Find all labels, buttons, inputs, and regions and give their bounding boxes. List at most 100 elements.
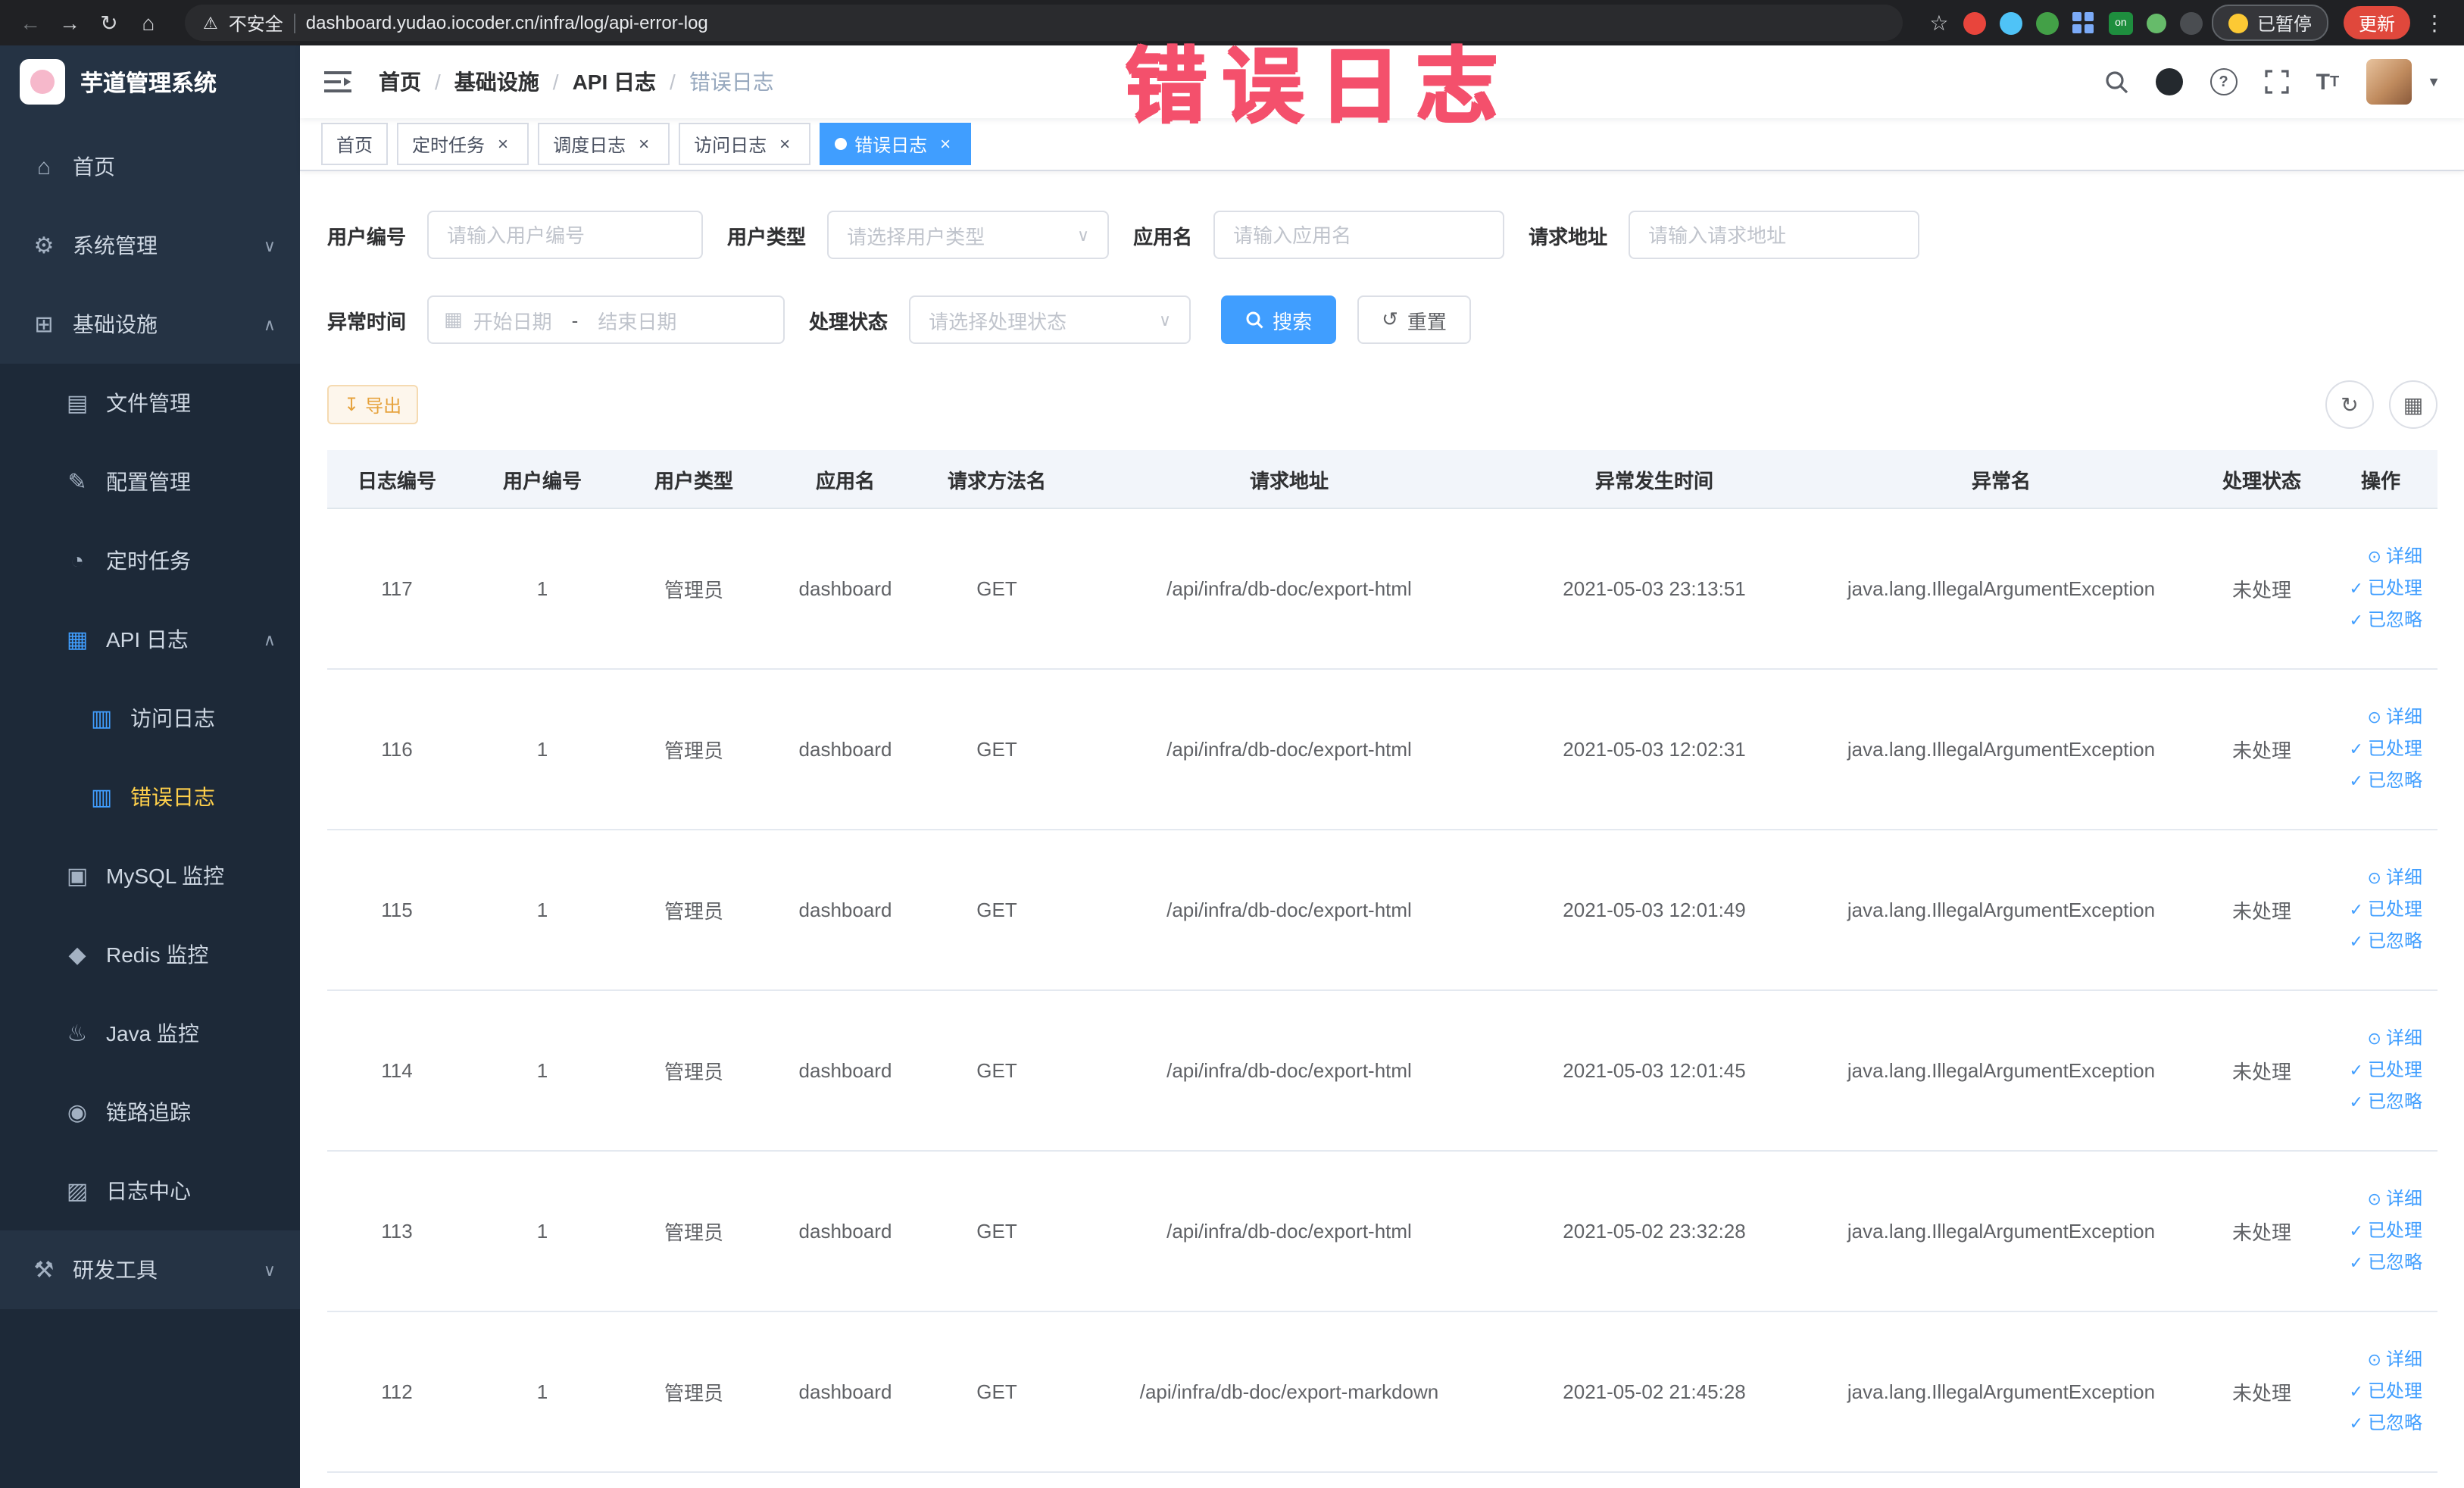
forward-icon[interactable]: → bbox=[55, 8, 85, 38]
sidebar-item-access-log[interactable]: ▥ 访问日志 bbox=[0, 679, 300, 758]
sidebar-item-infra[interactable]: ⊞ 基础设施 ∧ bbox=[0, 285, 300, 364]
avatar-caret-icon[interactable]: ▼ bbox=[2427, 74, 2441, 89]
tab-job[interactable]: 定时任务 × bbox=[397, 123, 529, 165]
ignored-link[interactable]: ✓ 已忽略 bbox=[2333, 1247, 2422, 1279]
tools-icon: ⚒ bbox=[33, 1258, 55, 1283]
sidebar-menu: ⌂ 首页 ⚙ 系统管理 ∨ ⊞ 基础设施 ∧ ▤ 文件管理 ✎ 配置管理 ◔ 定… bbox=[0, 118, 300, 1309]
avatar[interactable] bbox=[2366, 59, 2412, 105]
help-icon[interactable]: ? bbox=[2209, 68, 2238, 95]
screen: ← → ↻ ⌂ ⚠ 不安全 dashboard.yudao.iocoder.cn… bbox=[0, 0, 2464, 1488]
close-icon[interactable]: × bbox=[935, 133, 956, 155]
error-log-table: 日志编号 用户编号 用户类型 应用名 请求方法名 请求地址 异常发生时间 异常名… bbox=[327, 450, 2437, 1473]
tab-home[interactable]: 首页 bbox=[321, 123, 389, 165]
processed-link[interactable]: ✓ 已处理 bbox=[2333, 894, 2422, 926]
processed-link[interactable]: ✓ 已处理 bbox=[2333, 573, 2422, 605]
user-type-select[interactable]: 请选择用户类型 ∨ bbox=[827, 211, 1110, 259]
app-title: 芋道管理系统 bbox=[80, 70, 217, 96]
sidebar-item-java-monitor[interactable]: ♨ Java 监控 bbox=[0, 994, 300, 1073]
sidebar-item-trace[interactable]: ◉ 链路追踪 bbox=[0, 1073, 300, 1152]
search-icon[interactable] bbox=[2104, 70, 2128, 94]
sidebar-item-api-log[interactable]: ▦ API 日志 ∧ bbox=[0, 600, 300, 679]
sidebar-item-config-manage[interactable]: ✎ 配置管理 bbox=[0, 442, 300, 521]
address-divider bbox=[293, 13, 295, 33]
fullscreen-icon[interactable] bbox=[2264, 70, 2289, 94]
breadcrumb: 首页 / 基础设施 / API 日志 / 错误日志 bbox=[379, 67, 774, 97]
home-browser-icon[interactable]: ⌂ bbox=[133, 8, 164, 38]
extension-on-badge[interactable]: on bbox=[2108, 11, 2133, 34]
page-content: 用户编号 用户类型 请选择用户类型 ∨ 应用名 bbox=[300, 171, 2464, 1488]
sidebar-item-system[interactable]: ⚙ 系统管理 ∨ bbox=[0, 206, 300, 285]
close-icon[interactable]: × bbox=[492, 133, 514, 155]
date-range-picker[interactable]: ▦ 开始日期 - 结束日期 bbox=[427, 295, 785, 344]
column-settings-button[interactable]: ▦ bbox=[2389, 380, 2437, 429]
breadcrumb-home[interactable]: 首页 bbox=[379, 67, 421, 97]
sidebar-item-devtools[interactable]: ⚒ 研发工具 ∨ bbox=[0, 1230, 300, 1309]
extension-green-icon[interactable] bbox=[2035, 11, 2059, 34]
sidebar-item-redis-monitor[interactable]: ◆ Redis 监控 bbox=[0, 915, 300, 994]
tab-job-log[interactable]: 调度日志 × bbox=[538, 123, 670, 165]
back-icon[interactable]: ← bbox=[15, 8, 45, 38]
extension-blue-icon[interactable] bbox=[1999, 11, 2022, 34]
processed-link[interactable]: ✓ 已处理 bbox=[2333, 1055, 2422, 1086]
breadcrumb-api-log[interactable]: API 日志 bbox=[573, 67, 656, 97]
logo-rabbit-icon bbox=[20, 59, 65, 105]
github-icon[interactable] bbox=[2155, 68, 2183, 95]
sidebar-item-error-log[interactable]: ▥ 错误日志 bbox=[0, 758, 300, 836]
refresh-button[interactable]: ↻ bbox=[2325, 380, 2374, 429]
paused-badge[interactable]: 已暂停 bbox=[2211, 5, 2328, 41]
table-row: 117 1 管理员 dashboard GET /api/infra/db-do… bbox=[327, 508, 2437, 670]
user-id-input[interactable] bbox=[427, 211, 704, 259]
sidebar-item-log-center[interactable]: ▨ 日志中心 bbox=[0, 1152, 300, 1230]
bookmark-star-icon[interactable]: ☆ bbox=[1924, 8, 1954, 38]
ignored-link[interactable]: ✓ 已忽略 bbox=[2333, 765, 2422, 797]
detail-link[interactable]: ⊙ 详细 bbox=[2333, 702, 2422, 733]
processed-link[interactable]: ✓ 已处理 bbox=[2333, 1376, 2422, 1408]
extension-leaf-icon[interactable] bbox=[2146, 13, 2166, 33]
request-url-input[interactable] bbox=[1629, 211, 1920, 259]
chevron-up-icon: ∧ bbox=[263, 316, 276, 334]
reload-icon[interactable]: ↻ bbox=[94, 8, 124, 38]
export-button[interactable]: ↧ 导出 bbox=[327, 385, 419, 424]
detail-link[interactable]: ⊙ 详细 bbox=[2333, 1023, 2422, 1055]
close-icon[interactable]: × bbox=[633, 133, 654, 155]
process-status-select[interactable]: 请选择处理状态 ∨ bbox=[909, 295, 1191, 344]
hamburger-icon[interactable] bbox=[324, 71, 351, 92]
search-button[interactable]: 搜索 bbox=[1221, 295, 1337, 344]
user-type-label: 用户类型 bbox=[727, 225, 807, 248]
ignored-link[interactable]: ✓ 已忽略 bbox=[2333, 926, 2422, 958]
ignored-link[interactable]: ✓ 已忽略 bbox=[2333, 1408, 2422, 1440]
app-logo[interactable]: 芋道管理系统 bbox=[0, 45, 300, 118]
sidebar-item-file-manage[interactable]: ▤ 文件管理 bbox=[0, 364, 300, 442]
detail-link[interactable]: ⊙ 详细 bbox=[2333, 1183, 2422, 1215]
processed-link[interactable]: ✓ 已处理 bbox=[2333, 733, 2422, 765]
detail-link[interactable]: ⊙ 详细 bbox=[2333, 862, 2422, 894]
processed-link[interactable]: ✓ 已处理 bbox=[2333, 1215, 2422, 1247]
status-text: 未处理 bbox=[2200, 990, 2324, 1152]
gear-icon: ⚙ bbox=[33, 233, 55, 259]
tab-error-log[interactable]: 错误日志 × bbox=[820, 123, 972, 165]
infra-grid-icon: ⊞ bbox=[34, 312, 54, 338]
extension-grid-icon[interactable] bbox=[2072, 11, 2095, 34]
browser-menu-icon[interactable]: ⋮ bbox=[2419, 8, 2450, 38]
detail-link[interactable]: ⊙ 详细 bbox=[2333, 1344, 2422, 1376]
breadcrumb-infra[interactable]: 基础设施 bbox=[454, 67, 539, 97]
ignored-link[interactable]: ✓ 已忽略 bbox=[2333, 605, 2422, 636]
app-name-input[interactable] bbox=[1213, 211, 1505, 259]
font-size-icon[interactable]: TT bbox=[2316, 69, 2340, 95]
close-icon[interactable]: × bbox=[774, 133, 795, 155]
extension-red-icon[interactable] bbox=[1963, 11, 1986, 34]
update-button[interactable]: 更新 bbox=[2343, 6, 2410, 39]
tab-access-log[interactable]: 访问日志 × bbox=[679, 123, 811, 165]
log-center-icon: ▨ bbox=[66, 1179, 89, 1205]
extension-paw-icon[interactable] bbox=[2179, 11, 2203, 34]
ignored-link[interactable]: ✓ 已忽略 bbox=[2333, 1086, 2422, 1118]
address-bar[interactable]: ⚠ 不安全 dashboard.yudao.iocoder.cn/infra/l… bbox=[185, 5, 1903, 41]
sidebar-item-home[interactable]: ⌂ 首页 bbox=[0, 127, 300, 206]
trace-icon: ◉ bbox=[67, 1100, 88, 1126]
sidebar-item-mysql-monitor[interactable]: ▣ MySQL 监控 bbox=[0, 836, 300, 915]
status-text: 未处理 bbox=[2200, 1151, 2324, 1312]
breadcrumb-error-log: 错误日志 bbox=[689, 70, 774, 94]
detail-link[interactable]: ⊙ 详细 bbox=[2333, 541, 2422, 573]
reset-button[interactable]: ↺ 重置 bbox=[1357, 295, 1471, 344]
sidebar-item-job[interactable]: ◔ 定时任务 bbox=[0, 521, 300, 600]
